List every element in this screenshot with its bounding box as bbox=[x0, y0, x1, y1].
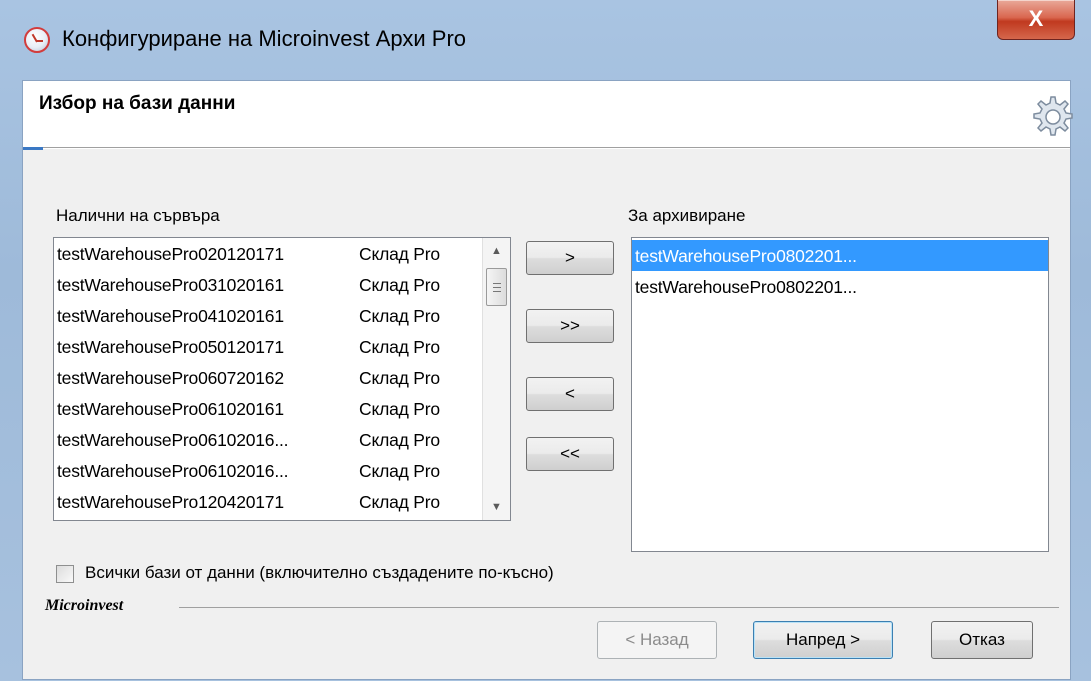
remove-one-button[interactable]: < bbox=[526, 377, 614, 411]
title-bar[interactable]: Конфигуриране на Microinvest Архи Pro X bbox=[0, 0, 1091, 80]
scroll-thumb[interactable] bbox=[486, 268, 507, 306]
app-clock-icon bbox=[24, 27, 50, 53]
all-databases-checkbox[interactable] bbox=[56, 565, 74, 583]
next-button[interactable]: Напред > bbox=[753, 621, 893, 659]
remove-all-button[interactable]: << bbox=[526, 437, 614, 471]
all-databases-label[interactable]: Всички бази от данни (включително създад… bbox=[85, 563, 554, 583]
database-type: Склад Pro bbox=[359, 461, 440, 481]
list-item[interactable]: testWarehousePro06102016... Склад Pro bbox=[54, 455, 510, 486]
available-label: Налични на сървъра bbox=[56, 206, 220, 225]
page-title: Избор на бази данни bbox=[39, 93, 236, 114]
thumb-grip-line bbox=[493, 283, 501, 284]
gear-icon bbox=[1033, 96, 1073, 136]
close-button[interactable]: X bbox=[997, 0, 1075, 40]
available-databases-list[interactable]: testWarehousePro020120171 Склад Pro testWa… bbox=[53, 237, 511, 521]
header-accent-line bbox=[23, 147, 43, 150]
list-item[interactable]: testWarehousePro060720162 Склад Pro bbox=[54, 362, 510, 393]
list-item[interactable]: testWarehousePro061020161 Склад Pro bbox=[54, 393, 510, 424]
available-rows: testWarehousePro020120171 Склад Pro testWa… bbox=[54, 238, 510, 520]
selected-label: За архивиране bbox=[628, 206, 746, 225]
database-type: Склад Pro bbox=[359, 368, 440, 388]
database-name: testWarehousePro041020161 bbox=[57, 306, 284, 326]
database-name: testWarehousePro06102016... bbox=[57, 461, 289, 481]
dialog-window: Конфигуриране на Microinvest Архи Pro X … bbox=[0, 0, 1091, 681]
scroll-down-arrow-icon[interactable]: ▼ bbox=[483, 494, 510, 520]
database-name: testWarehousePro0802201... bbox=[635, 277, 857, 297]
list-item[interactable]: testWarehousePro120420171 Склад Pro bbox=[54, 486, 510, 517]
database-name: testWarehousePro031020161 bbox=[57, 275, 284, 295]
list-item[interactable]: testWarehousePro06102016... Склад Pro bbox=[54, 424, 510, 455]
database-type: Склад Pro bbox=[359, 337, 440, 357]
wizard-header: Избор на бази данни bbox=[23, 81, 1073, 147]
window-title: Конфигуриране на Microinvest Архи Pro bbox=[62, 26, 467, 51]
scroll-up-arrow-icon[interactable]: ▲ bbox=[483, 238, 510, 264]
list-item[interactable]: testWarehousePro0802201... bbox=[632, 240, 1048, 271]
database-type: Склад Pro bbox=[359, 244, 440, 264]
footer-divider bbox=[179, 607, 1059, 608]
database-name: testWarehousePro06102016... bbox=[57, 430, 289, 450]
list-item[interactable]: testWarehousePro020120171 Склад Pro bbox=[54, 238, 510, 269]
database-name: testWarehousePro060720162 bbox=[57, 368, 284, 388]
brand-logo-text: Microinvest bbox=[45, 597, 124, 614]
database-name: testWarehousePro120420171 bbox=[57, 492, 284, 512]
back-button[interactable]: < Назад bbox=[597, 621, 717, 659]
list-item[interactable]: testWarehousePro0802201... bbox=[632, 271, 1048, 302]
database-name: testWarehousePro050120171 bbox=[57, 337, 284, 357]
selected-databases-list[interactable]: testWarehousePro0802201... testWarehouseP… bbox=[631, 237, 1049, 552]
database-name: testWarehousePro020120171 bbox=[57, 244, 284, 264]
thumb-grip-line bbox=[493, 291, 501, 292]
selected-rows: testWarehousePro0802201... testWarehouseP… bbox=[632, 238, 1048, 551]
database-type: Склад Pro bbox=[359, 306, 440, 326]
list-item[interactable]: testWarehousePro050120171 Склад Pro bbox=[54, 331, 510, 362]
cancel-button[interactable]: Отказ bbox=[931, 621, 1033, 659]
wizard-client-area: Избор на бази данни Налични на сървъра t… bbox=[22, 80, 1073, 680]
database-type: Склад Pro bbox=[359, 492, 440, 512]
add-one-button[interactable]: > bbox=[526, 241, 614, 275]
header-divider bbox=[23, 147, 1070, 149]
database-name: testWarehousePro061020161 bbox=[57, 399, 284, 419]
database-type: Склад Pro bbox=[359, 430, 440, 450]
list-item[interactable]: testWarehousePro041020161 Склад Pro bbox=[54, 300, 510, 331]
thumb-grip-line bbox=[493, 287, 501, 288]
available-scrollbar[interactable]: ▲ ▼ bbox=[482, 238, 510, 520]
database-type: Склад Pro bbox=[359, 275, 440, 295]
database-type: Склад Pro bbox=[359, 399, 440, 419]
database-name: testWarehousePro0802201... bbox=[635, 246, 857, 266]
add-all-button[interactable]: >> bbox=[526, 309, 614, 343]
list-item[interactable]: testWarehousePro031020161 Склад Pro bbox=[54, 269, 510, 300]
